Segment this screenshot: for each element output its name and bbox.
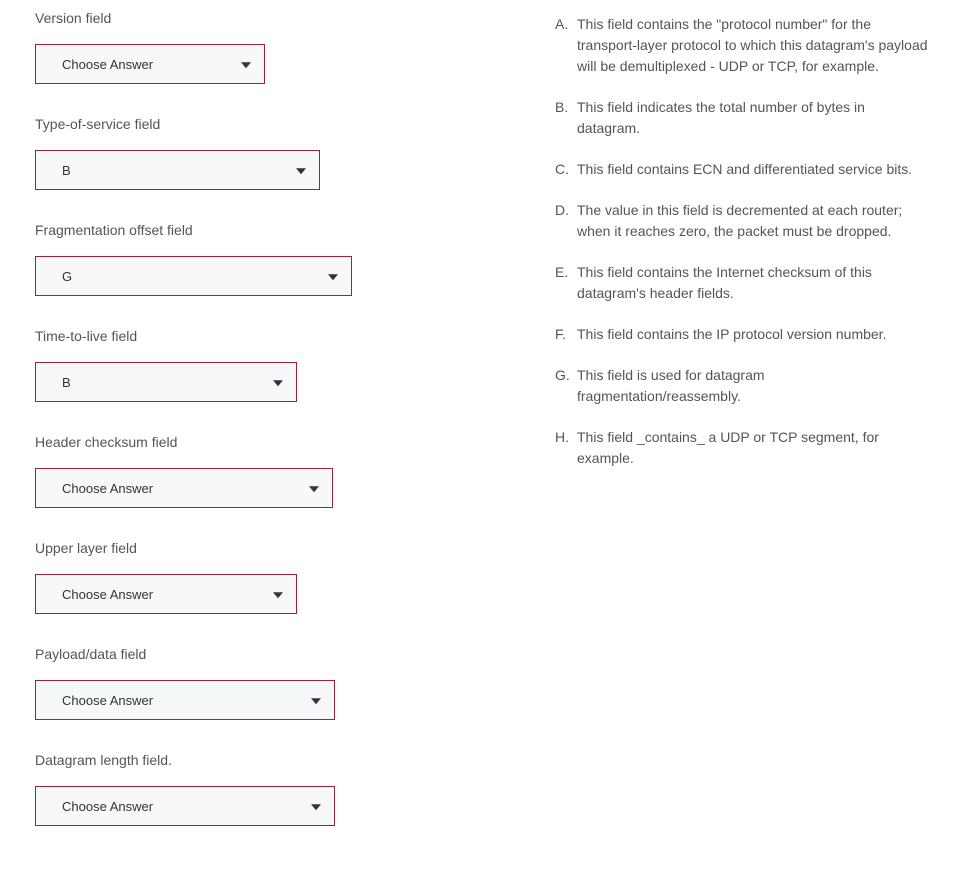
field-group-version: Version field Choose Answer xyxy=(35,10,475,84)
dropdown-payload[interactable]: Choose Answer xyxy=(35,680,335,720)
dropdown-checksum[interactable]: Choose Answer xyxy=(35,468,333,508)
select-wrapper: Choose Answer xyxy=(35,786,335,826)
field-group-payload: Payload/data field Choose Answer xyxy=(35,646,475,720)
answer-letter: G. xyxy=(555,365,577,407)
answer-item: A. This field contains the "protocol num… xyxy=(555,14,928,77)
answer-item: H. This field _contains_ a UDP or TCP se… xyxy=(555,427,928,469)
select-wrapper: Choose Answer xyxy=(35,574,297,614)
field-group-length: Datagram length field. Choose Answer xyxy=(35,752,475,826)
answer-letter: C. xyxy=(555,159,577,180)
fields-column: Version field Choose Answer Type-of-serv… xyxy=(35,10,475,858)
answer-letter: B. xyxy=(555,97,577,139)
main-container: Version field Choose Answer Type-of-serv… xyxy=(35,10,928,858)
answer-item: F. This field contains the IP protocol v… xyxy=(555,324,928,345)
field-group-upper: Upper layer field Choose Answer xyxy=(35,540,475,614)
answer-letter: D. xyxy=(555,200,577,242)
dropdown-upper[interactable]: Choose Answer xyxy=(35,574,297,614)
answer-letter: H. xyxy=(555,427,577,469)
select-wrapper: B xyxy=(35,362,297,402)
select-wrapper: B xyxy=(35,150,320,190)
answer-text: This field _contains_ a UDP or TCP segme… xyxy=(577,427,928,469)
answer-text: This field contains ECN and differentiat… xyxy=(577,159,928,180)
dropdown-tos[interactable]: B xyxy=(35,150,320,190)
select-wrapper: Choose Answer xyxy=(35,680,335,720)
answer-letter: A. xyxy=(555,14,577,77)
dropdown-version[interactable]: Choose Answer xyxy=(35,44,265,84)
field-label: Upper layer field xyxy=(35,540,475,556)
select-wrapper: Choose Answer xyxy=(35,44,265,84)
answer-text: This field contains the "protocol number… xyxy=(577,14,928,77)
field-label: Datagram length field. xyxy=(35,752,475,768)
answer-text: The value in this field is decremented a… xyxy=(577,200,928,242)
dropdown-length[interactable]: Choose Answer xyxy=(35,786,335,826)
answer-item: B. This field indicates the total number… xyxy=(555,97,928,139)
answer-text: This field indicates the total number of… xyxy=(577,97,928,139)
field-group-ttl: Time-to-live field B xyxy=(35,328,475,402)
answer-letter: E. xyxy=(555,262,577,304)
select-wrapper: G xyxy=(35,256,352,296)
answer-item: G. This field is used for datagram fragm… xyxy=(555,365,928,407)
answer-item: C. This field contains ECN and different… xyxy=(555,159,928,180)
field-label: Version field xyxy=(35,10,475,26)
answer-letter: F. xyxy=(555,324,577,345)
answer-item: D. The value in this field is decremente… xyxy=(555,200,928,242)
answer-item: E. This field contains the Internet chec… xyxy=(555,262,928,304)
answers-column: A. This field contains the "protocol num… xyxy=(525,10,928,858)
select-wrapper: Choose Answer xyxy=(35,468,333,508)
field-label: Payload/data field xyxy=(35,646,475,662)
dropdown-fragmentation[interactable]: G xyxy=(35,256,352,296)
field-label: Fragmentation offset field xyxy=(35,222,475,238)
answer-text: This field is used for datagram fragment… xyxy=(577,365,928,407)
answer-text: This field contains the Internet checksu… xyxy=(577,262,928,304)
field-group-checksum: Header checksum field Choose Answer xyxy=(35,434,475,508)
field-group-fragmentation: Fragmentation offset field G xyxy=(35,222,475,296)
field-group-tos: Type-of-service field B xyxy=(35,116,475,190)
field-label: Header checksum field xyxy=(35,434,475,450)
field-label: Time-to-live field xyxy=(35,328,475,344)
field-label: Type-of-service field xyxy=(35,116,475,132)
dropdown-ttl[interactable]: B xyxy=(35,362,297,402)
answer-text: This field contains the IP protocol vers… xyxy=(577,324,928,345)
